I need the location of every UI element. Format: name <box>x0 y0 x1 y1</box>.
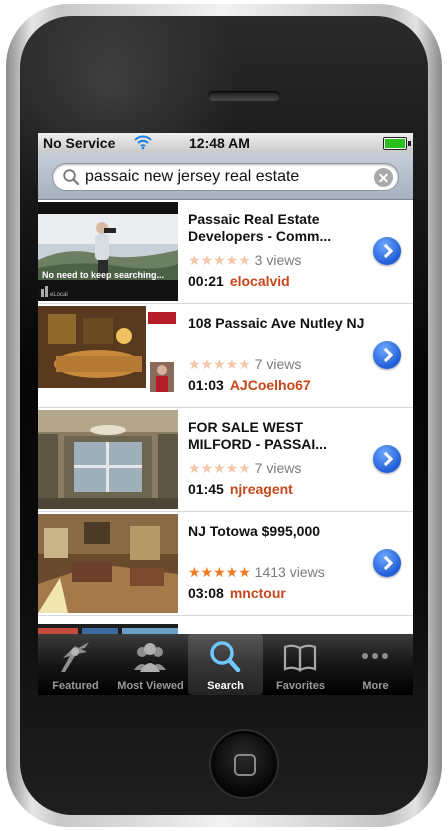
tab-label: Most Viewed <box>117 680 184 692</box>
earpiece-speaker <box>208 91 280 101</box>
rating-stars: ★★★★★ <box>188 564 251 580</box>
result-rating: ★★★★★ 3 views <box>188 252 301 269</box>
search-input[interactable] <box>85 167 363 187</box>
result-user: njreagent <box>229 481 293 497</box>
tab-search[interactable]: Search <box>188 634 263 695</box>
tab-label: Search <box>207 680 244 692</box>
result-meta: 00:21 elocalvid <box>188 273 290 289</box>
result-row[interactable]: NJ Totowa $995,000 ★★★★★ 1413 views 03:0… <box>38 512 413 616</box>
tab-more[interactable]: More <box>338 634 413 695</box>
rating-stars: ★★★★★ <box>188 252 251 268</box>
result-duration: 00:21 <box>188 273 224 289</box>
result-row[interactable]: 108 Passaic Ave Nutley NJ ★★★★★ 7 views … <box>38 304 413 408</box>
video-thumbnail <box>38 410 178 509</box>
more-icon <box>362 653 388 659</box>
rating-stars: ★★★★★ <box>188 356 251 372</box>
most-viewed-icon <box>134 643 166 672</box>
result-meta: 03:08 mnctour <box>188 585 286 601</box>
search-icon <box>210 641 241 673</box>
detail-disclosure-button[interactable] <box>373 341 401 369</box>
result-duration: 01:45 <box>188 481 224 497</box>
result-title: FOR SALE WEST MILFORD - PASSAI... <box>188 419 327 452</box>
result-rating: ★★★★★ 7 views <box>188 460 301 477</box>
result-row[interactable]: FOR SALE WEST MILFORD - PASSAI... ★★★★★ … <box>38 408 413 512</box>
result-title: Passaic Real Estate Developers - Comm... <box>188 211 332 244</box>
detail-disclosure-button[interactable] <box>373 237 401 265</box>
result-duration: 01:03 <box>188 377 224 393</box>
results-list[interactable]: eLocal No need to keep searching... Pass… <box>38 200 413 634</box>
video-thumbnail-partial <box>38 624 178 634</box>
featured-icon <box>61 642 89 672</box>
result-rating: ★★★★★ 7 views <box>188 356 301 373</box>
rating-stars: ★★★★★ <box>188 460 251 476</box>
video-thumbnail <box>38 306 178 405</box>
screen: No Service 12:48 AM passaic new jersey r… <box>38 133 413 695</box>
result-title: NJ Totowa $995,000 <box>188 523 321 539</box>
result-title: 108 Passaic Ave Nutley NJ <box>188 315 365 331</box>
search-bar <box>38 153 413 200</box>
result-meta: 01:03 AJCoelho67 <box>188 377 311 393</box>
result-rating: ★★★★★ 1413 views <box>188 564 325 581</box>
result-views: 1413 views <box>254 564 325 580</box>
result-user: mnctour <box>229 585 286 601</box>
tab-most-viewed[interactable]: Most Viewed <box>113 634 188 695</box>
wifi-icon <box>134 135 152 150</box>
result-views: 7 views <box>254 460 302 476</box>
detail-disclosure-button[interactable] <box>373 549 401 577</box>
result-meta: 01:45 njreagent <box>188 481 293 497</box>
status-bar: No Service 12:48 AM <box>38 133 413 153</box>
video-thumbnail: eLocal <box>38 202 178 301</box>
magnifier-icon <box>63 169 80 186</box>
tab-bar: Featured Most Viewed Search Favorites Mo… <box>38 634 413 695</box>
detail-disclosure-button[interactable] <box>373 445 401 473</box>
result-user: AJCoelho67 <box>229 377 311 393</box>
result-duration: 03:08 <box>188 585 224 601</box>
result-row[interactable]: eLocal No need to keep searching... Pass… <box>38 200 413 304</box>
result-views: 3 views <box>254 252 302 268</box>
tab-label: Featured <box>52 680 99 692</box>
clock: 12:48 AM <box>189 135 250 151</box>
video-thumbnail <box>38 514 178 613</box>
favorites-icon <box>283 644 317 672</box>
result-views: 7 views <box>254 356 302 372</box>
tab-favorites[interactable]: Favorites <box>263 634 338 695</box>
result-user: elocalvid <box>229 273 290 289</box>
tab-featured[interactable]: Featured <box>38 634 113 695</box>
search-field[interactable] <box>52 163 399 191</box>
tab-label: Favorites <box>276 680 325 692</box>
thumbnail-caption: No need to keep searching... <box>42 270 165 280</box>
tab-label: More <box>362 680 389 692</box>
battery-icon <box>383 137 411 150</box>
clear-search-icon[interactable] <box>374 168 393 187</box>
svg-text:eLocal: eLocal <box>50 292 68 298</box>
carrier-label: No Service <box>43 135 116 151</box>
home-button[interactable] <box>211 731 277 797</box>
home-square-icon <box>234 754 256 776</box>
